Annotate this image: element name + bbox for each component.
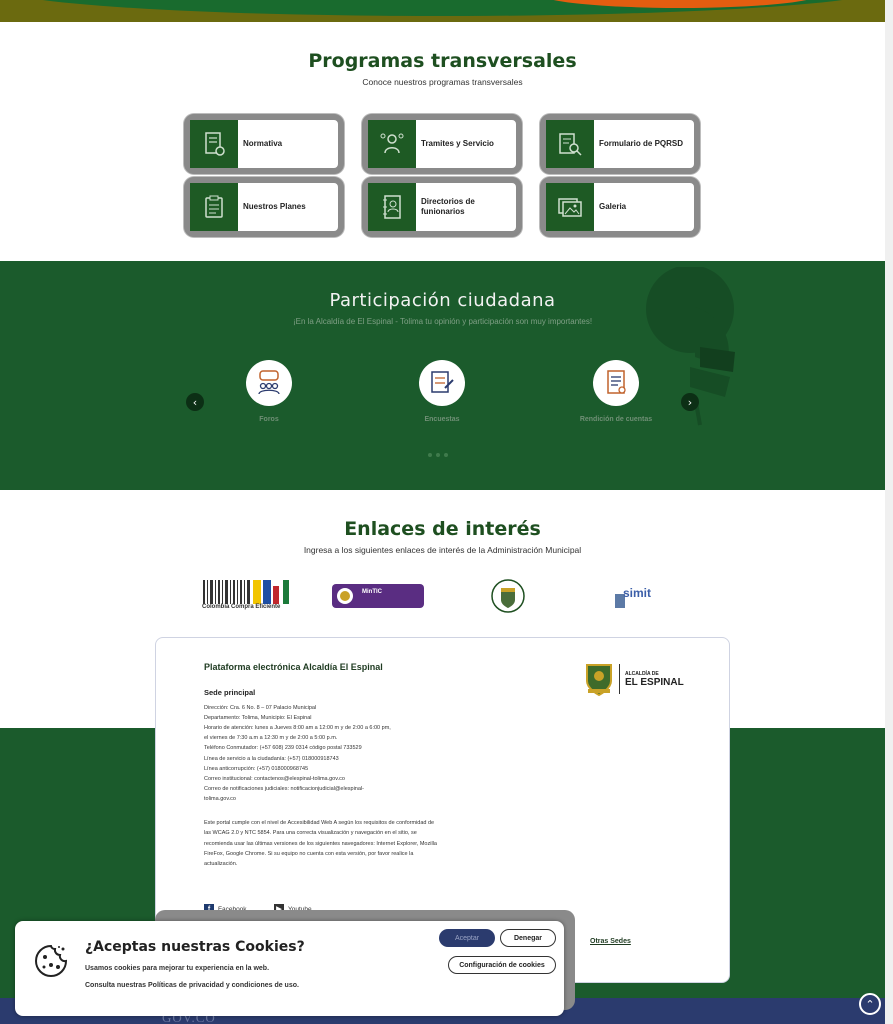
programas-subtitle: Conoce nuestros programas transversales — [362, 77, 523, 87]
cookie-icon — [35, 944, 68, 977]
participacion-item-rendicion[interactable] — [593, 360, 639, 406]
footer-email-link[interactable]: tolima.gov.co — [204, 796, 236, 802]
alcaldia-espinal-logo[interactable]: ALCALDÍA DE EL ESPINAL — [584, 660, 694, 698]
mintic-logo[interactable]: MinTIC — [332, 584, 424, 608]
participacion-title: Participación ciudadana — [329, 290, 556, 311]
carousel-dot[interactable] — [428, 453, 432, 457]
footer-sede-heading: Sede principal — [204, 688, 256, 697]
gallery-image-icon — [546, 183, 594, 231]
carousel-prev-button[interactable]: ‹ — [186, 393, 204, 411]
scroll-top-button[interactable]: ⌃ — [859, 993, 881, 1015]
cookie-title: ¿Aceptas nuestras Cookies? — [85, 939, 305, 955]
page-scrollbar[interactable] — [885, 0, 893, 1024]
participacion-label: Foros — [259, 416, 279, 423]
participacion-item-foros[interactable] — [246, 360, 292, 406]
footer-info-line: Línea de servicio a la ciudadanía: (+57)… — [204, 756, 339, 762]
program-card-directorios[interactable]: Directorios de funionarios — [362, 177, 522, 237]
footer-info-line: Teléfono Conmutador: (+57 608) 239 0314 … — [204, 745, 362, 751]
footer-email-link[interactable]: Correo institucional: contactenos@elespi… — [204, 776, 345, 782]
logo-separator — [619, 664, 620, 694]
logo-big-text: EL ESPINAL — [625, 676, 684, 688]
cookie-text: Usamos cookies para mejorar tu experienc… — [85, 965, 270, 972]
logo-text: Colombia Compra Eficiente — [202, 604, 281, 610]
program-card-tramites[interactable]: Tramites y Servicio — [362, 114, 522, 174]
accept-cookies-button[interactable]: Aceptar — [439, 929, 495, 947]
deny-cookies-button[interactable]: Denegar — [500, 929, 556, 947]
participacion-label: Rendición de cuentas — [579, 416, 653, 423]
chevron-left-icon: ‹ — [192, 395, 198, 409]
logo-text: simit — [623, 586, 652, 600]
document-gear-icon — [190, 120, 238, 168]
enlaces-subtitle: Ingresa a los siguientes enlaces de inte… — [303, 545, 582, 555]
program-card-normativa[interactable]: Normativa — [184, 114, 344, 174]
program-label: Tramites y Servicio — [421, 139, 494, 148]
simit-logo[interactable]: simit — [611, 580, 659, 612]
top-banner — [0, 0, 885, 22]
enlaces-title: Enlaces de interés — [344, 518, 541, 540]
chevron-right-icon: › — [687, 395, 693, 409]
programas-title: Programas transversales — [308, 50, 577, 72]
otras-sedes-link[interactable]: Otras Sedes — [590, 938, 631, 945]
carousel-dots[interactable] — [428, 453, 458, 457]
footer-info-line: Dirección: Cra. 6 No. 8 – 07 Palacio Mun… — [204, 705, 317, 711]
program-label: Directorios de funionarios — [421, 197, 475, 216]
form-search-icon — [546, 120, 594, 168]
cookie-settings-button[interactable]: Configuración de cookies — [448, 956, 556, 974]
clipboard-icon — [190, 183, 238, 231]
program-card-planes[interactable]: Nuestros Planes — [184, 177, 344, 237]
participacion-item-encuestas[interactable] — [419, 360, 465, 406]
person-service-icon — [368, 120, 416, 168]
program-label: Normativa — [243, 139, 283, 148]
program-card-pqrsd[interactable]: Formulario de PQRSD — [540, 114, 700, 174]
footer-info-line: Departamento: Tolima, Municipio: El Espi… — [204, 715, 312, 721]
espinal-shield-icon — [586, 664, 612, 697]
program-card-galeria[interactable]: Galeria — [540, 177, 700, 237]
program-label: Nuestros Planes — [243, 202, 306, 211]
footer-info-line: Horario de atención: lunes a Jueves 8:00… — [204, 725, 391, 731]
program-label: Formulario de PQRSD — [599, 139, 684, 148]
logo-text: MinTIC — [362, 589, 382, 595]
directory-book-icon — [368, 183, 416, 231]
participacion-section: Participación ciudadana ¡En la Alcaldía … — [0, 261, 885, 490]
participacion-subtitle: ¡En la Alcaldía de El Espinal - Tolima t… — [292, 317, 593, 326]
survey-icon — [431, 371, 454, 393]
accountability-document-icon — [607, 370, 626, 394]
colombia-compra-eficiente-logo[interactable]: Colombia Compra Eficiente — [201, 578, 293, 614]
chevron-up-icon: ⌃ — [865, 997, 875, 1011]
cookie-banner: ¿Aceptas nuestras Cookies? Usamos cookie… — [15, 921, 564, 1016]
forum-people-icon — [258, 370, 280, 395]
carousel-dot[interactable] — [444, 453, 448, 457]
footer-title: Plataforma electrónica Alcaldía El Espin… — [204, 662, 383, 672]
participacion-label: Encuestas — [424, 416, 460, 423]
footer-accessibility-text: Este portal cumple con el nivel de Acces… — [204, 820, 437, 868]
footer-email-link[interactable]: Correo de notificaciones judiciales: not… — [204, 786, 364, 792]
escudo-colombia-logo[interactable] — [490, 578, 526, 614]
cookie-policy-link[interactable]: Consulta nuestras Políticas de privacida… — [85, 982, 299, 989]
carousel-next-button[interactable]: › — [681, 393, 699, 411]
footer-info-line: el viernes de 7:30 a.m a 12:30 m y de 2:… — [204, 735, 338, 741]
carousel-dot[interactable] — [436, 453, 440, 457]
footer-info-line: Línea anticorrupción: (+57) 018000968745 — [204, 766, 309, 772]
program-label: Galeria — [599, 202, 627, 211]
